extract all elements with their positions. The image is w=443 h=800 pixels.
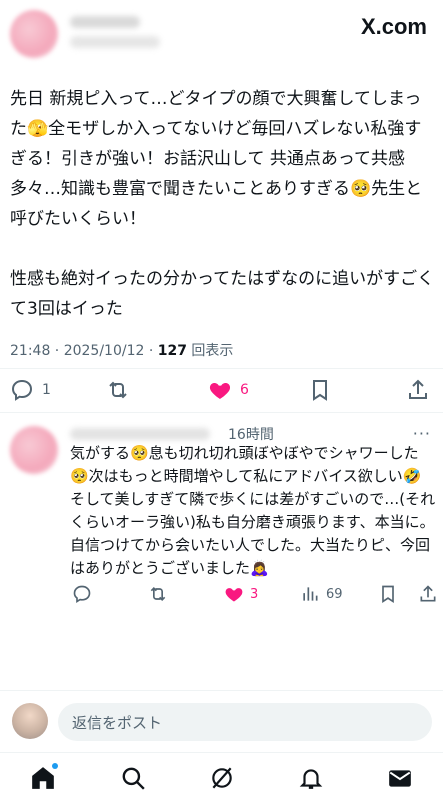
post-meta: 21:48 · 2025/10/12 · 127 回表示 [10,340,233,360]
nav-grok[interactable] [209,765,235,791]
reply-share-button[interactable] [418,582,438,606]
share-icon [420,585,436,602]
reply-reply-button[interactable] [72,582,92,606]
author-name-redacted [70,16,140,28]
reply-bookmark-button[interactable] [378,582,398,606]
repost-icon [109,381,127,399]
reply-button[interactable]: 1 [10,376,51,404]
post-header: X.com [0,0,443,62]
brand-logo: X.com [360,14,427,39]
messages-icon [389,770,411,787]
notification-dot [52,763,58,769]
reply-composer-input[interactable]: 返信をポスト [58,703,432,741]
divider [0,368,443,369]
reply-icon [73,585,91,604]
reply-author-avatar[interactable] [10,426,58,474]
nav-messages[interactable] [387,765,413,791]
search-icon [122,767,145,790]
home-icon [32,767,54,789]
reply-like-button[interactable]: 3 [224,582,258,606]
reply-views-button[interactable]: 69 [300,582,343,606]
grok-icon [212,767,232,789]
bookmark-icon [313,380,327,401]
heart-icon [225,588,243,602]
like-button[interactable]: 6 [208,376,249,404]
reply-views-count: 69 [326,586,343,602]
more-options-button[interactable]: ··· [413,424,431,443]
nav-notifications[interactable] [298,765,324,791]
like-count: 6 [240,382,249,398]
reply-actions: 3 69 [60,580,440,608]
current-user-avatar[interactable] [12,703,48,739]
post-actions: 1 6 [0,372,443,408]
views-count: 127 [157,343,187,359]
repost-button[interactable] [106,376,130,404]
views-label: 回表示 [186,343,234,359]
bookmark-icon [382,585,394,604]
notifications-icon [299,769,323,789]
author-avatar[interactable] [10,10,58,58]
reply-time: 16時間 [228,427,274,443]
reply-repost-button[interactable] [148,582,168,606]
reply-icon [11,379,33,401]
reply-like-count: 3 [250,586,259,602]
reply-text: 気がする🥺息も切れ切れ頭ぼやぼやでシャワーした🥺次はもっと時間増やして私にアドバ… [70,444,436,577]
post-text: 先日 新規ピ入って…どタイプの顔で大興奮してしまった🫣全モザしか入ってないけど毎… [10,89,435,319]
reply-author-name-redacted [70,428,210,440]
share-icon [409,379,427,399]
bookmark-button[interactable] [308,376,332,404]
nav-search[interactable] [120,765,146,791]
bottom-nav [0,753,443,800]
divider [0,690,443,691]
analytics-icon [303,587,318,601]
reply-count: 1 [42,382,51,398]
nav-home[interactable] [30,765,56,791]
divider [0,412,443,413]
share-button[interactable] [406,376,430,404]
post-timestamp: 21:48 · 2025/10/12 · [10,343,158,359]
heart-icon [209,383,231,399]
repost-icon [150,586,166,602]
author-handle-redacted [70,36,160,48]
